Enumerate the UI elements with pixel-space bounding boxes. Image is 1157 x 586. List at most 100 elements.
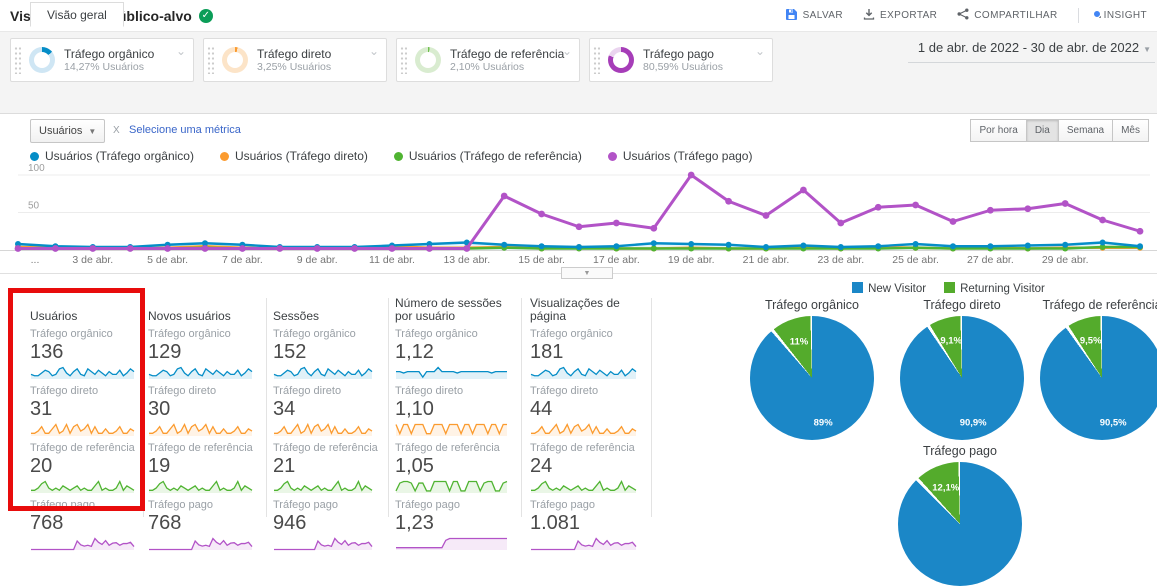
metric-row-value: 129 xyxy=(148,341,258,364)
metric-column-header: Novos usuários xyxy=(148,296,258,323)
segment-card-text: Tráfego direto3,25% Usuários xyxy=(257,47,331,74)
visitor-pies-section: New VisitorReturning Visitor Tráfego org… xyxy=(740,282,1157,517)
sparkline-chart xyxy=(148,365,253,380)
legend-dot-icon xyxy=(608,152,617,161)
metric-row-value: 181 xyxy=(530,341,642,364)
x-tick-label: 11 de abr. xyxy=(369,254,415,266)
drag-handle-icon[interactable] xyxy=(400,46,407,74)
metric-row-label: Tráfego orgânico xyxy=(148,328,258,341)
metric-row-value: 1,10 xyxy=(395,398,513,421)
legend-label: Usuários (Tráfego direto) xyxy=(235,149,368,163)
metric-row-value: 24 xyxy=(530,455,642,478)
save-icon xyxy=(785,8,798,24)
add-metric-link[interactable]: Selecione uma métrica xyxy=(129,124,241,136)
segment-card-4[interactable]: Tráfego pago80,59% Usuários⌄ xyxy=(589,38,773,82)
pie-chart-tráfego-pago[interactable]: 12,1% xyxy=(898,462,1022,586)
compartilhar-label: COMPARTILHAR xyxy=(974,10,1057,21)
svg-text:100: 100 xyxy=(28,164,45,174)
sparkline-chart xyxy=(148,479,253,494)
segment-card-title: Tráfego direto xyxy=(257,47,331,61)
chevron-down-icon: ▼ xyxy=(88,127,96,136)
legend-item-4[interactable]: Usuários (Tráfego pago) xyxy=(608,149,753,163)
segment-card-1[interactable]: Tráfego orgânico14,27% Usuários⌄ xyxy=(10,38,194,82)
insight-label: INSIGHT xyxy=(1104,10,1147,21)
pie-chart-tráfego-de-referência[interactable]: 9,5%90,5% xyxy=(1040,316,1157,440)
drag-handle-icon[interactable] xyxy=(207,46,214,74)
metric-row-label: Tráfego direto xyxy=(273,385,378,398)
legend-dot-icon xyxy=(30,152,39,161)
insight-button[interactable]: INSIGHT xyxy=(1099,10,1147,21)
exportar-button[interactable]: EXPORTAR xyxy=(863,8,937,23)
exportar-label: EXPORTAR xyxy=(880,10,937,21)
chart-legend: Usuários (Tráfego orgânico) Usuários (Trá… xyxy=(30,149,752,163)
pie-title: Tráfego direto xyxy=(887,298,1037,312)
metric-row-label: Tráfego pago xyxy=(273,499,378,512)
pie-chart-tráfego-direto[interactable]: 9,1%90,9% xyxy=(900,316,1024,440)
metric-row-value: 30 xyxy=(148,398,258,421)
pie-title: Tráfego orgânico xyxy=(737,298,887,312)
drag-handle-icon[interactable] xyxy=(14,46,21,74)
segment-card-title: Tráfego de referência xyxy=(450,47,564,61)
metric-column-header: Número de sessões por usuário xyxy=(395,296,513,323)
chevron-down-icon[interactable]: ⌄ xyxy=(176,44,186,58)
legend-item-3[interactable]: Usuários (Tráfego de referência) xyxy=(394,149,582,163)
header-divider xyxy=(1078,8,1079,23)
chart-scroll-handle[interactable]: ▼ xyxy=(561,267,613,279)
granularity-mês[interactable]: Mês xyxy=(1112,119,1149,142)
metric-column-header: Usuários xyxy=(30,296,140,323)
x-tick-label: 25 de abr. xyxy=(892,254,939,266)
pie-percent-label: 12,1% xyxy=(932,483,959,494)
salvar-label: SALVAR xyxy=(803,10,843,21)
sparkline-chart xyxy=(395,536,508,551)
legend-item-2[interactable]: Usuários (Tráfego direto) xyxy=(220,149,368,163)
metric-row-label: Tráfego pago xyxy=(148,499,258,512)
salvar-button[interactable]: SALVAR xyxy=(785,8,843,24)
tab-visao-geral[interactable]: Visão geral xyxy=(30,2,124,27)
segment-donut-icon xyxy=(29,47,55,73)
pie-percent-label: 9,1% xyxy=(940,336,962,347)
x-tick-label: 13 de abr. xyxy=(443,254,490,266)
segment-card-2[interactable]: Tráfego direto3,25% Usuários ⌄ xyxy=(203,38,387,82)
pie-percent-label: 90,5% xyxy=(1100,417,1127,428)
legend-item-1[interactable]: Usuários (Tráfego orgânico) xyxy=(30,149,194,163)
granularity-semana[interactable]: Semana xyxy=(1058,119,1113,142)
metric-column-3: SessõesTráfego orgânico152Tráfego direto… xyxy=(273,296,378,551)
chevron-down-icon[interactable]: ⌄ xyxy=(369,44,379,58)
pie-percent-label: 11% xyxy=(790,336,809,347)
pie-legend-label: New Visitor xyxy=(868,283,926,295)
pie-chart-tráfego-orgânico[interactable]: 11% 89% xyxy=(750,316,874,440)
segment-card-subtitle: 2,10% Usuários xyxy=(450,61,564,74)
segment-card-subtitle: 14,27% Usuários xyxy=(64,61,154,74)
metric-row-value: 1.081 xyxy=(530,512,642,535)
metric-row-label: Tráfego orgânico xyxy=(530,328,642,341)
granularity-dia[interactable]: Dia xyxy=(1026,119,1059,142)
x-tick-label: ... xyxy=(31,254,40,266)
sparkline-chart xyxy=(30,422,135,437)
metric-select-label: Usuários xyxy=(39,125,82,137)
pie-percent-label: 89% xyxy=(814,417,833,428)
x-tick-label: 23 de abr. xyxy=(817,254,864,266)
pie-title: Tráfego pago xyxy=(885,444,1035,458)
timeseries-chart[interactable]: 50100 xyxy=(0,164,1157,256)
drag-handle-icon[interactable] xyxy=(593,46,600,74)
metric-row-label: Tráfego de referência xyxy=(148,442,258,455)
sparkline-chart xyxy=(395,365,508,380)
metric-row-value: 44 xyxy=(530,398,642,421)
segment-card-3[interactable]: Tráfego de referência2,10% Usuários ⌄ xyxy=(396,38,580,82)
date-range-text: 1 de abr. de 2022 - 30 de abr. de 2022 xyxy=(918,40,1139,55)
segment-donut-icon xyxy=(222,47,248,73)
metric-column-1: UsuáriosTráfego orgânico136Tráfego diret… xyxy=(30,296,140,551)
compartilhar-button[interactable]: COMPARTILHAR xyxy=(957,8,1057,23)
chevron-down-icon[interactable]: ⌄ xyxy=(755,44,765,58)
segment-card-subtitle: 80,59% Usuários xyxy=(643,61,723,74)
chevron-down-icon[interactable]: ⌄ xyxy=(562,44,572,58)
pie-title: Tráfego de referência xyxy=(1027,298,1157,312)
x-tick-label: 19 de abr. xyxy=(668,254,715,266)
sparkline-chart xyxy=(30,365,135,380)
metric-row-label: Tráfego orgânico xyxy=(273,328,378,341)
metric-column-header: Sessões xyxy=(273,296,378,323)
date-range-picker[interactable]: 1 de abr. de 2022 - 30 de abr. de 2022▼ xyxy=(908,40,1155,63)
metric-select[interactable]: Usuários ▼ xyxy=(30,119,105,143)
granularity-por-hora[interactable]: Por hora xyxy=(970,119,1026,142)
header-actions: SALVAR EXPORTAR COMPARTILHAR INSIGHT xyxy=(785,8,1147,24)
